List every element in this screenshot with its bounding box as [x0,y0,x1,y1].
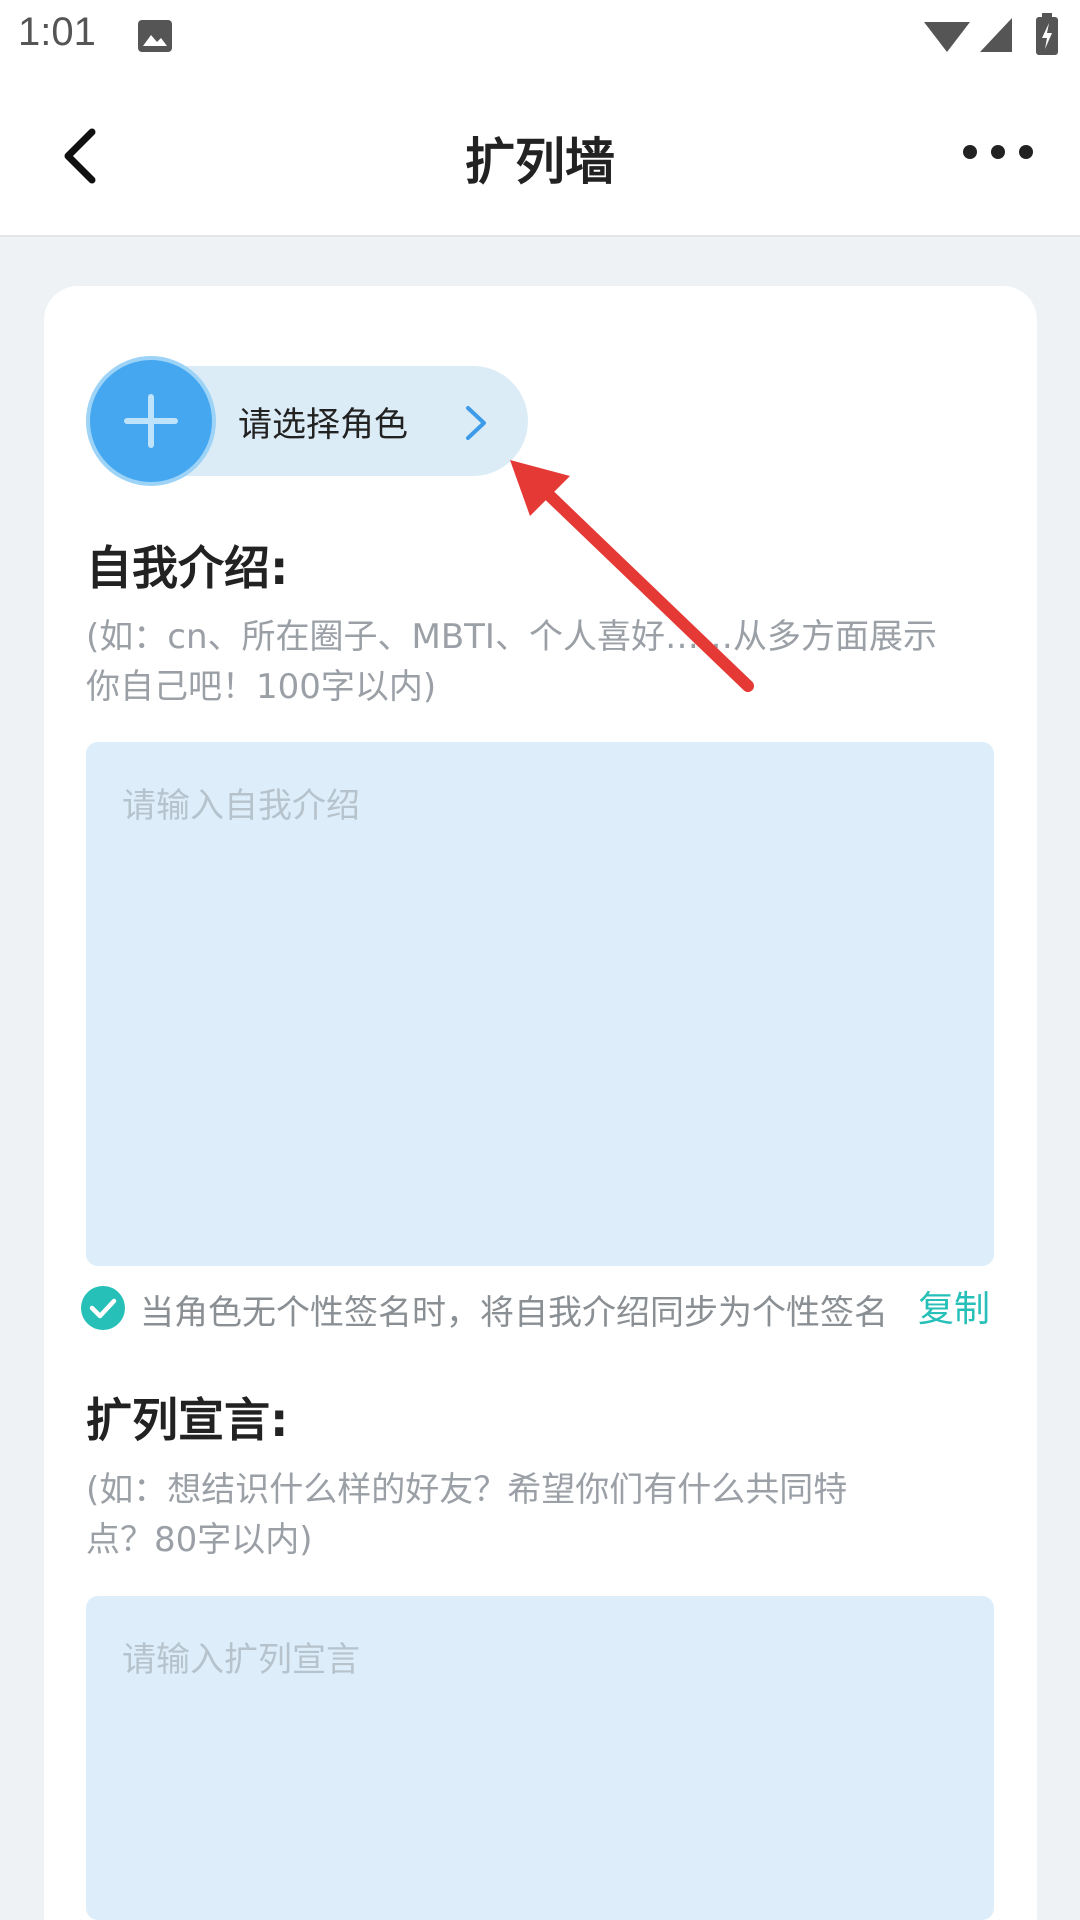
intro-hint-line1: (如：cn、所在圈子、MBTI、个人喜好……从多方面展示 [86,617,937,657]
wifi-icon [924,22,970,52]
more-icon[interactable] [960,134,1036,170]
page-title: 扩列墙 [465,133,615,191]
check-circle-icon[interactable] [80,1285,126,1331]
declaration-title: 扩列宣言: [86,1393,289,1447]
status-time: 1:01 [18,10,96,54]
chevron-right-icon [466,406,486,440]
intro-placeholder: 请输入自我介绍 [122,786,360,826]
declaration-hint-line1: (如：想结识什么样的好友？希望你们有什么共同特 [86,1470,848,1510]
intro-title: 自我介绍: [86,541,289,595]
top-nav-bar: 扩列墙 [0,74,1080,237]
signal-icon [980,18,1012,52]
declaration-textarea[interactable]: 请输入扩列宣言 [86,1596,994,1920]
plus-icon [124,394,178,448]
image-icon [138,20,172,52]
intro-hint-line2: 你自己吧！100字以内) [86,667,437,707]
declaration-hint-line2: 点？80字以内) [86,1520,313,1560]
copy-button[interactable]: 复制 [918,1280,990,1332]
add-role-button[interactable] [86,356,216,486]
status-bar: 1:01 [0,0,1080,74]
select-role-label: 请选择角色 [238,405,408,445]
intro-textarea[interactable]: 请输入自我介绍 [86,742,994,1266]
declaration-placeholder: 请输入扩列宣言 [122,1640,360,1680]
sync-signature-label: 当角色无个性签名时，将自我介绍同步为个性签名 [140,1293,888,1333]
battery-charging-icon [1036,13,1058,55]
